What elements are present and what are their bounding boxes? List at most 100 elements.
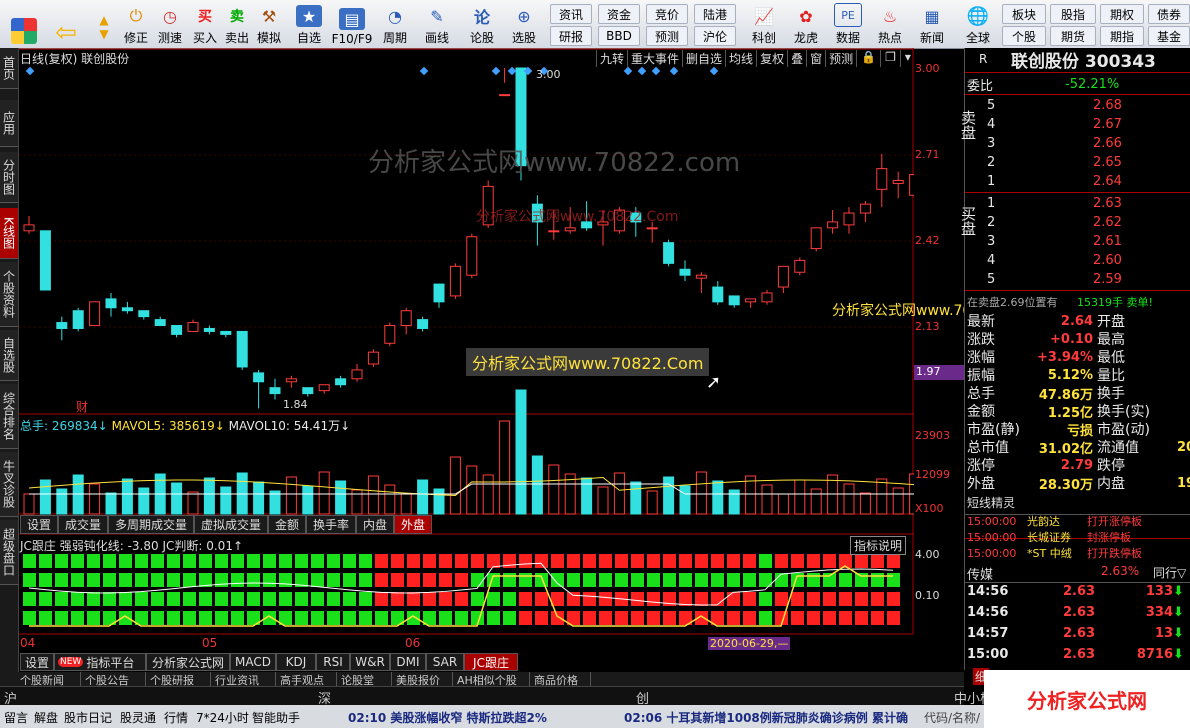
tab-watchlist[interactable]: 自选股: [0, 330, 18, 381]
sell-button[interactable]: 卖卖出: [222, 2, 252, 46]
status-724[interactable]: 7*24小时: [196, 709, 249, 726]
nine-turn-button[interactable]: 九转: [596, 50, 627, 67]
tab-expert-views[interactable]: 高手观点: [276, 672, 337, 687]
tab-industry-news[interactable]: 行业资讯: [211, 672, 276, 687]
tab-stock-announce[interactable]: 个股公告: [81, 672, 146, 687]
index-futures-tab[interactable]: 期指: [1100, 26, 1144, 46]
tab-kdj[interactable]: KDJ: [276, 653, 316, 671]
tab-jc-follow[interactable]: JC跟庄: [464, 653, 518, 671]
tab-rsi[interactable]: RSI: [316, 653, 350, 671]
news-tab[interactable]: 资讯: [550, 4, 592, 24]
sell-level-price[interactable]: 2.65: [1093, 153, 1122, 171]
tab-forum[interactable]: 论股堂: [337, 672, 392, 687]
tab-macd[interactable]: MACD: [230, 653, 276, 671]
funds-list-tab[interactable]: 基金: [1148, 26, 1190, 46]
tab-us-quotes[interactable]: 美股报价: [392, 672, 453, 687]
tab-turnover[interactable]: 换手率: [306, 515, 356, 534]
buy-level-price[interactable]: 2.60: [1093, 251, 1122, 269]
tab-formula-site[interactable]: 分析家公式网: [146, 653, 230, 671]
data-button[interactable]: PE 数据: [830, 2, 866, 46]
sector-tab[interactable]: 板块: [1002, 4, 1046, 24]
futures-tab[interactable]: 期货: [1050, 26, 1096, 46]
funds-tab[interactable]: 资金: [598, 4, 640, 24]
sell-level-price[interactable]: 2.67: [1093, 115, 1122, 133]
status-assistant[interactable]: 智能助手: [252, 709, 300, 726]
hotspot-button[interactable]: ♨ 热点: [872, 2, 908, 46]
tab-kline[interactable]: K线图: [0, 208, 18, 259]
shanghai-london-tab[interactable]: 沪伦: [694, 26, 736, 46]
status-stock-link[interactable]: 股灵通: [120, 709, 156, 726]
tab-virtual-volume[interactable]: 虚拟成交量: [194, 515, 268, 534]
bonds-tab[interactable]: 债券: [1148, 4, 1190, 24]
tab-amount[interactable]: 金额: [268, 515, 306, 534]
tab-home[interactable]: 首页: [0, 48, 18, 89]
global-button[interactable]: 🌐 全球: [958, 2, 998, 46]
options-tab[interactable]: 期权: [1100, 4, 1144, 24]
tab-outer[interactable]: 外盘: [394, 515, 432, 534]
finance-marker[interactable]: 财: [76, 398, 88, 415]
buy-level-price[interactable]: 2.61: [1093, 232, 1122, 250]
tab-settings[interactable]: 设置: [20, 515, 58, 534]
tab-stock-research[interactable]: 个股研报: [146, 672, 211, 687]
period-button[interactable]: ◔ 周期: [378, 2, 412, 46]
buy-level-price[interactable]: 2.62: [1093, 213, 1122, 231]
tab-commodity[interactable]: 商品价格: [530, 672, 591, 687]
stock-screener-button[interactable]: ⊕ 选股: [506, 2, 542, 46]
sell-level-price[interactable]: 2.68: [1093, 96, 1122, 114]
tab-dmi[interactable]: DMI: [390, 653, 426, 671]
tab-apps[interactable]: 应用: [0, 100, 18, 147]
news-ticker-2[interactable]: 02:06 十耳其新增1008例新冠肺炎确诊病例 累计确: [624, 709, 908, 726]
buy-button[interactable]: 买买入: [190, 2, 220, 46]
tab-sar[interactable]: SAR: [426, 653, 464, 671]
window-button[interactable]: 窗: [806, 50, 825, 67]
tab-inner[interactable]: 内盘: [356, 515, 394, 534]
dragon-tiger-button[interactable]: ✿ 龙虎: [788, 2, 824, 46]
peer-dropdown[interactable]: 同行▽: [1153, 564, 1186, 581]
adjust-button[interactable]: 复权: [756, 50, 787, 67]
stocks-tab[interactable]: 个股: [1002, 26, 1046, 46]
tab-intraday[interactable]: 分时图: [0, 152, 18, 203]
tab-ranking[interactable]: 综合排名: [0, 384, 18, 449]
sell-level-price[interactable]: 2.64: [1093, 172, 1122, 190]
moving-average-button[interactable]: 均线: [725, 50, 756, 67]
index-tab[interactable]: 股指: [1050, 4, 1096, 24]
news-button[interactable]: ▦ 新闻: [914, 2, 950, 46]
buy-level-price[interactable]: 2.63: [1093, 194, 1122, 212]
bbd-tab[interactable]: BBD: [598, 26, 640, 46]
status-diary[interactable]: 股市日记: [64, 709, 112, 726]
tab-wr[interactable]: W&R: [350, 653, 390, 671]
f10-button[interactable]: ▤ F10/F9: [330, 2, 374, 46]
short-stock[interactable]: *ST 中绒: [1027, 544, 1072, 562]
fix-button[interactable]: ⏻ 修正: [120, 2, 152, 46]
chevron-down-icon[interactable]: ▾: [899, 50, 915, 67]
indicator-help-button[interactable]: 指标说明: [850, 536, 907, 555]
news-ticker-1[interactable]: 02:10 美股涨幅收窄 特斯拉跌超2%: [348, 709, 547, 726]
status-message[interactable]: 留言: [4, 709, 28, 726]
simulate-button[interactable]: ⚒ 模拟: [254, 2, 284, 46]
buy-level-price[interactable]: 2.59: [1093, 270, 1122, 288]
overlay-button[interactable]: 叠: [787, 50, 806, 67]
lock-icon[interactable]: 🔒: [856, 50, 880, 67]
tab-diagnosis[interactable]: 牛叉诊股: [0, 452, 18, 517]
major-events-button[interactable]: 重大事件: [627, 50, 682, 67]
code-search-input[interactable]: 代码/名称/: [924, 709, 980, 726]
tab-stock-news[interactable]: 个股新闻: [0, 672, 81, 687]
predict-button[interactable]: 预测: [825, 50, 856, 67]
sell-level-price[interactable]: 2.66: [1093, 134, 1122, 152]
watchlist-button[interactable]: ★ 自选: [292, 2, 326, 46]
remove-watchlist-button[interactable]: 删自选: [682, 50, 725, 67]
forecast-tab[interactable]: 预测: [646, 26, 688, 46]
up-down-button[interactable]: ▲ ▼: [92, 2, 116, 46]
hk-connect-tab[interactable]: 陆港: [694, 4, 736, 24]
star-market-button[interactable]: 📈 科创: [746, 2, 782, 46]
auction-tab[interactable]: 竞价: [646, 4, 688, 24]
tab-indicator-platform[interactable]: NEW 指标平台: [54, 653, 146, 671]
tab-stock-info[interactable]: 个股资料: [0, 262, 18, 327]
window-restore-icon[interactable]: ❐: [880, 50, 900, 67]
tab-multi-volume[interactable]: 多周期成交量: [108, 515, 194, 534]
tab-ah-similar[interactable]: AH相似个股: [453, 672, 530, 687]
discuss-stock-button[interactable]: 论论股: [466, 2, 498, 46]
status-analysis[interactable]: 解盘: [34, 709, 58, 726]
back-button[interactable]: ⇦: [48, 2, 84, 48]
tab-super-orderbook[interactable]: 超级盘口: [0, 520, 18, 585]
